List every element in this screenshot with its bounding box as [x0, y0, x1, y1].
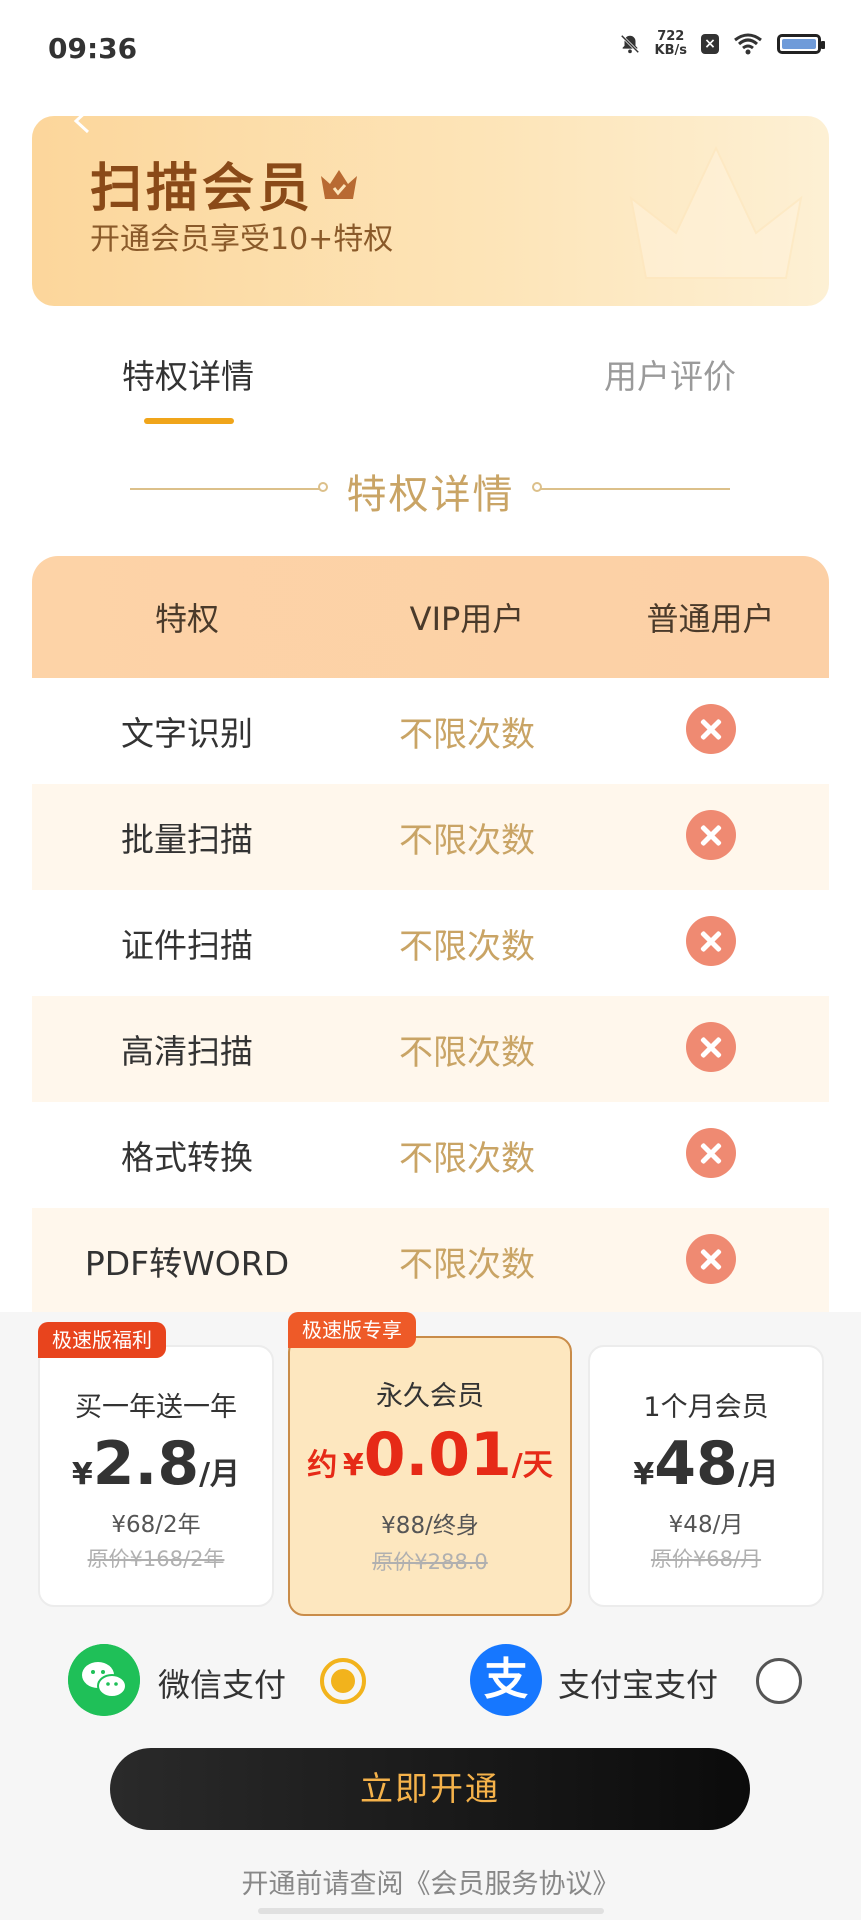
- net-speed-value: 722: [657, 29, 685, 44]
- vip-value: 不限次数: [399, 1244, 535, 1285]
- plan-price-unit: /月: [199, 1457, 241, 1492]
- crown-decoration-icon: [629, 145, 803, 279]
- crown-icon: [321, 170, 357, 199]
- plan-original-price: 原价¥168/2年: [87, 1547, 225, 1571]
- cross-icon: [685, 704, 736, 754]
- plan-original-price: 原价¥288.0: [372, 1550, 488, 1574]
- vip-value: 不限次数: [399, 1138, 535, 1179]
- battery-icon: [777, 34, 825, 54]
- net-speed: 722 KB/s: [655, 30, 687, 58]
- alipay-icon[interactable]: 支: [470, 1644, 542, 1716]
- cross-icon: [685, 916, 736, 966]
- plan-original-price: 原价¥68/月: [650, 1547, 762, 1571]
- wechat-radio[interactable]: [320, 1658, 366, 1704]
- table-row: 高清扫描 不限次数: [32, 996, 829, 1102]
- page-subtitle: 开通会员享受10+特权: [90, 222, 394, 257]
- plan-price-value: 0.01: [363, 1420, 512, 1490]
- divider-right: [540, 488, 730, 490]
- agreement-link[interactable]: 开通前请查阅《会员服务协议》: [0, 1862, 861, 1901]
- bell-off-icon: [620, 34, 639, 54]
- tab-privilege-details[interactable]: 特权详情: [122, 350, 254, 398]
- privilege-name: 文字识别: [121, 714, 253, 753]
- plan-name: 1个月会员: [643, 1392, 769, 1423]
- tab-indicator: [144, 418, 234, 424]
- cross-icon: [685, 1234, 736, 1284]
- status-icons: 722 KB/s ×: [619, 30, 825, 58]
- tab-user-reviews[interactable]: 用户评价: [604, 350, 736, 398]
- cross-icon: [685, 810, 736, 860]
- divider-dot-right: [532, 482, 542, 492]
- vip-value: 不限次数: [399, 1032, 535, 1073]
- privilege-table: 特权 VIP用户 普通用户 文字识别 不限次数 批量扫描 不限次数 证件扫描 不…: [32, 556, 829, 1314]
- plan-card-yearly[interactable]: 买一年送一年 ¥2.8/月 ¥68/2年 原价¥168/2年: [38, 1345, 274, 1607]
- plan-price-prefix: 约: [307, 1448, 338, 1483]
- plan-price-unit: /天: [511, 1448, 553, 1483]
- table-row: PDF转WORD 不限次数: [32, 1208, 829, 1314]
- plan-price-value: 2.8: [92, 1429, 200, 1499]
- table-row: 证件扫描 不限次数: [32, 890, 829, 996]
- wechat-icon[interactable]: [68, 1644, 140, 1716]
- plan-price: ¥2.8/月: [40, 1429, 272, 1499]
- plan-badge: 极速版专享: [288, 1312, 416, 1348]
- plan-currency: ¥: [71, 1457, 93, 1492]
- plan-badge: 极速版福利: [38, 1322, 166, 1358]
- vip-value: 不限次数: [399, 820, 535, 861]
- page-title: 扫描会员: [90, 159, 315, 219]
- plan-card-lifetime[interactable]: 永久会员 约 ¥0.01/天 ¥88/终身 原价¥288.0: [288, 1336, 572, 1616]
- header-vip: VIP用户: [409, 600, 525, 638]
- alipay-pay-label[interactable]: 支付宝支付: [558, 1660, 718, 1706]
- privilege-name: 高清扫描: [121, 1032, 253, 1071]
- plan-name: 买一年送一年: [75, 1392, 237, 1423]
- plan-card-monthly[interactable]: 1个月会员 ¥48/月 ¥48/月 原价¥68/月: [588, 1345, 824, 1607]
- home-indicator: [258, 1908, 604, 1914]
- plan-currency: ¥: [342, 1448, 364, 1483]
- table-row: 文字识别 不限次数: [32, 678, 829, 784]
- back-arrow-icon[interactable]: [70, 108, 96, 134]
- net-speed-unit: KB/s: [654, 43, 687, 58]
- vip-value: 不限次数: [399, 714, 535, 755]
- table-header: 特权 VIP用户 普通用户: [32, 556, 829, 678]
- privilege-name: 批量扫描: [121, 820, 253, 859]
- plan-price: ¥48/月: [590, 1429, 822, 1499]
- notification-icon: ×: [701, 34, 719, 54]
- plan-price-value: 48: [654, 1429, 738, 1499]
- plan-name: 永久会员: [376, 1381, 484, 1412]
- cross-icon: [685, 1022, 736, 1072]
- alipay-radio[interactable]: [756, 1658, 802, 1704]
- section-title: 特权详情: [346, 472, 515, 518]
- plan-sub-price: ¥88/终身: [381, 1513, 479, 1539]
- plan-price: 约 ¥0.01/天: [290, 1420, 570, 1490]
- privilege-name: 证件扫描: [121, 926, 253, 965]
- privilege-name: PDF转WORD: [84, 1244, 290, 1283]
- privilege-name: 格式转换: [121, 1138, 253, 1177]
- plan-sub-price: ¥48/月: [668, 1512, 744, 1538]
- cross-icon: [685, 1128, 736, 1178]
- header-normal: 普通用户: [646, 600, 775, 638]
- header-privilege: 特权: [154, 600, 219, 638]
- subscribe-button[interactable]: 立即开通: [110, 1748, 750, 1830]
- plan-sub-price: ¥68/2年: [111, 1512, 201, 1538]
- plan-price-unit: /月: [737, 1457, 779, 1492]
- vip-value: 不限次数: [399, 926, 535, 967]
- table-row: 格式转换 不限次数: [32, 1102, 829, 1208]
- plan-currency: ¥: [633, 1457, 655, 1492]
- wechat-pay-label[interactable]: 微信支付: [158, 1660, 286, 1706]
- wifi-icon: [734, 33, 762, 55]
- table-row: 批量扫描 不限次数: [32, 784, 829, 890]
- status-time: 09:36: [48, 32, 138, 65]
